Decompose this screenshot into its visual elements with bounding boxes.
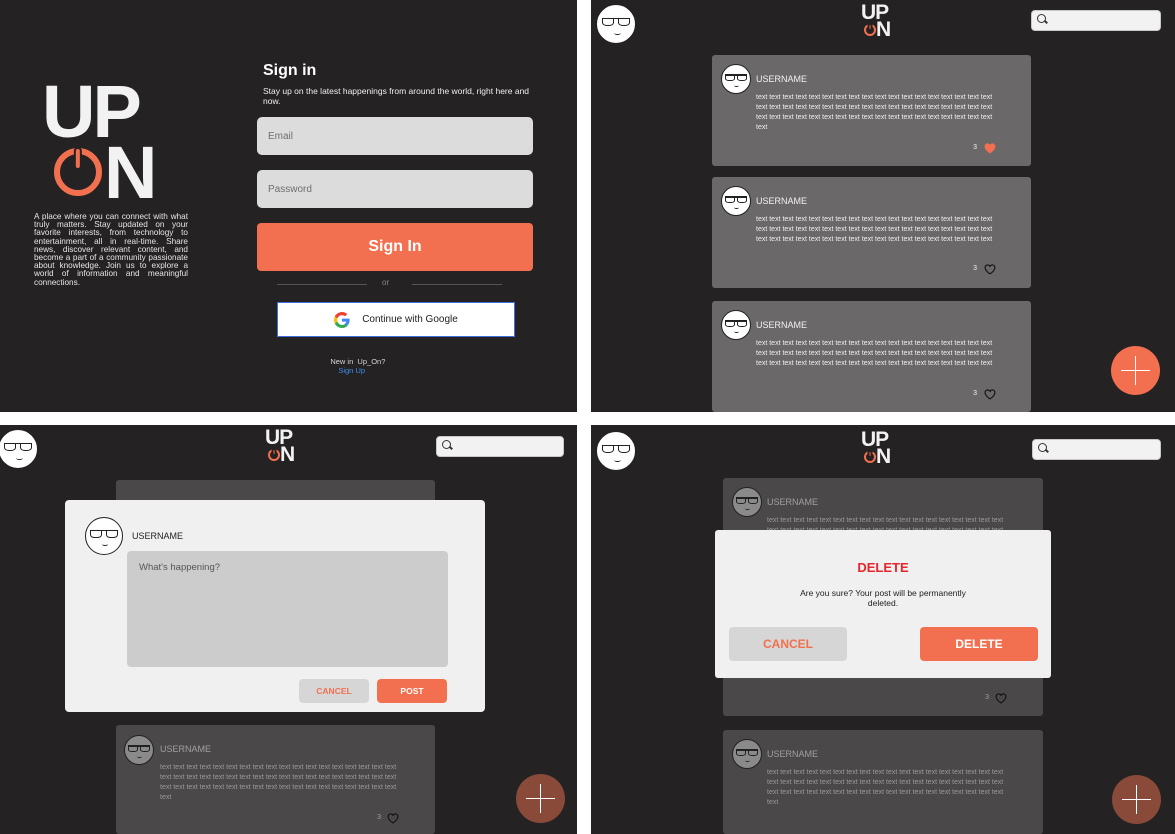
compose-screen: UP N USERNAME text text text text text t… bbox=[0, 425, 577, 834]
post-card: USERNAME text text text text text text t… bbox=[723, 730, 1043, 834]
upon-logo: UP N bbox=[42, 75, 157, 209]
search-icon bbox=[442, 440, 451, 449]
post-text: text text text text text text text text … bbox=[756, 94, 993, 131]
cancel-button[interactable]: CANCEL bbox=[299, 679, 369, 703]
compose-modal: USERNAME What's happening? CANCEL POST bbox=[65, 500, 485, 712]
power-icon bbox=[864, 24, 876, 37]
delete-title: DELETE bbox=[857, 560, 909, 575]
profile-avatar-icon[interactable] bbox=[596, 4, 636, 44]
post-username: USERNAME bbox=[756, 196, 808, 206]
cancel-button[interactable]: CANCEL bbox=[729, 627, 847, 661]
search-icon bbox=[1038, 443, 1047, 452]
post-text: text text text text text text text text … bbox=[767, 769, 1004, 806]
power-icon bbox=[864, 451, 876, 464]
post-avatar-icon bbox=[721, 64, 751, 94]
tagline: A place where you can connect with what … bbox=[34, 212, 188, 287]
power-icon bbox=[54, 147, 102, 196]
google-button-label: Continue with Google bbox=[362, 314, 458, 325]
compose-textarea[interactable]: What's happening? bbox=[127, 551, 448, 667]
power-icon bbox=[268, 449, 280, 462]
upon-logo: UP N bbox=[861, 429, 891, 469]
signin-screen: UP N A place where you can connect with … bbox=[0, 0, 577, 412]
logo-bottom-text: N bbox=[876, 18, 891, 42]
post-username: USERNAME bbox=[767, 497, 819, 507]
compose-username: USERNAME bbox=[132, 531, 184, 541]
post-username: USERNAME bbox=[160, 744, 212, 754]
heart-icon bbox=[387, 813, 399, 824]
signin-subtitle: Stay up on the latest happenings from ar… bbox=[263, 86, 530, 106]
logo-bottom-text: N bbox=[104, 130, 157, 214]
post-avatar-icon bbox=[732, 487, 762, 517]
delete-dialog: DELETE Are you sure? Your post will be p… bbox=[715, 530, 1051, 678]
post-avatar-icon bbox=[732, 739, 762, 769]
post-avatar-icon bbox=[721, 310, 751, 340]
post-username: USERNAME bbox=[756, 320, 808, 330]
profile-avatar-icon[interactable] bbox=[0, 429, 38, 469]
feed-screen: UP N USERNAME text text text text text t… bbox=[591, 0, 1175, 412]
delete-message: Are you sure? Your post will be permanen… bbox=[800, 588, 966, 608]
heart-icon[interactable] bbox=[983, 263, 997, 275]
heart-icon[interactable] bbox=[983, 142, 997, 154]
search-input[interactable] bbox=[1031, 10, 1161, 31]
email-field[interactable]: Email bbox=[257, 117, 533, 155]
plus-icon bbox=[516, 774, 565, 823]
like-count: 3 bbox=[973, 390, 977, 397]
divider-right bbox=[412, 284, 502, 285]
profile-avatar-icon[interactable] bbox=[596, 431, 636, 471]
search-input[interactable] bbox=[436, 436, 564, 457]
plus-icon[interactable] bbox=[1111, 346, 1160, 395]
google-icon bbox=[334, 311, 350, 328]
heart-icon[interactable] bbox=[983, 388, 997, 400]
plus-icon bbox=[1112, 775, 1161, 824]
post-username: USERNAME bbox=[767, 749, 819, 759]
signin-button[interactable]: Sign In bbox=[257, 223, 533, 271]
delete-screen: UP N USERNAME text text text text text t… bbox=[591, 425, 1175, 834]
post-card: USERNAME text text text text text text t… bbox=[116, 725, 435, 834]
like-count: 3 bbox=[985, 694, 989, 701]
logo-bottom-text: N bbox=[876, 445, 891, 469]
post-text: text text text text text text text text … bbox=[756, 216, 993, 243]
like-count: 3 bbox=[973, 265, 977, 272]
post-card[interactable]: USERNAME text text text text text text t… bbox=[712, 55, 1031, 166]
signup-row: New in Up_On? Sign Up bbox=[322, 348, 385, 384]
like-count: 3 bbox=[973, 144, 977, 151]
search-input[interactable] bbox=[1032, 439, 1161, 460]
post-username: USERNAME bbox=[756, 74, 808, 84]
password-field[interactable]: Password bbox=[257, 170, 533, 208]
post-card[interactable]: USERNAME text text text text text text t… bbox=[712, 177, 1031, 288]
post-avatar-icon bbox=[721, 186, 751, 216]
post-card[interactable]: USERNAME text text text text text text t… bbox=[712, 301, 1031, 412]
post-text: text text text text text text text text … bbox=[756, 340, 993, 367]
compose-avatar-icon bbox=[85, 517, 123, 555]
signup-link[interactable]: Sign Up bbox=[338, 366, 365, 375]
divider-left bbox=[277, 284, 367, 285]
new-in-text: New in Up_On? bbox=[330, 357, 386, 366]
upon-logo: UP N bbox=[265, 427, 295, 467]
google-button[interactable]: Continue with Google bbox=[277, 302, 515, 337]
post-button[interactable]: POST bbox=[377, 679, 447, 703]
signin-title: Sign in bbox=[263, 62, 317, 79]
post-avatar-icon bbox=[124, 735, 154, 765]
upon-logo: UP N bbox=[861, 2, 891, 42]
logo-bottom-text: N bbox=[280, 443, 295, 467]
post-text: text text text text text text text text … bbox=[160, 764, 397, 801]
divider-text: or bbox=[382, 278, 390, 287]
delete-button[interactable]: DELETE bbox=[920, 627, 1038, 661]
heart-icon bbox=[995, 693, 1007, 704]
search-icon bbox=[1037, 14, 1046, 23]
like-count: 3 bbox=[377, 814, 381, 821]
